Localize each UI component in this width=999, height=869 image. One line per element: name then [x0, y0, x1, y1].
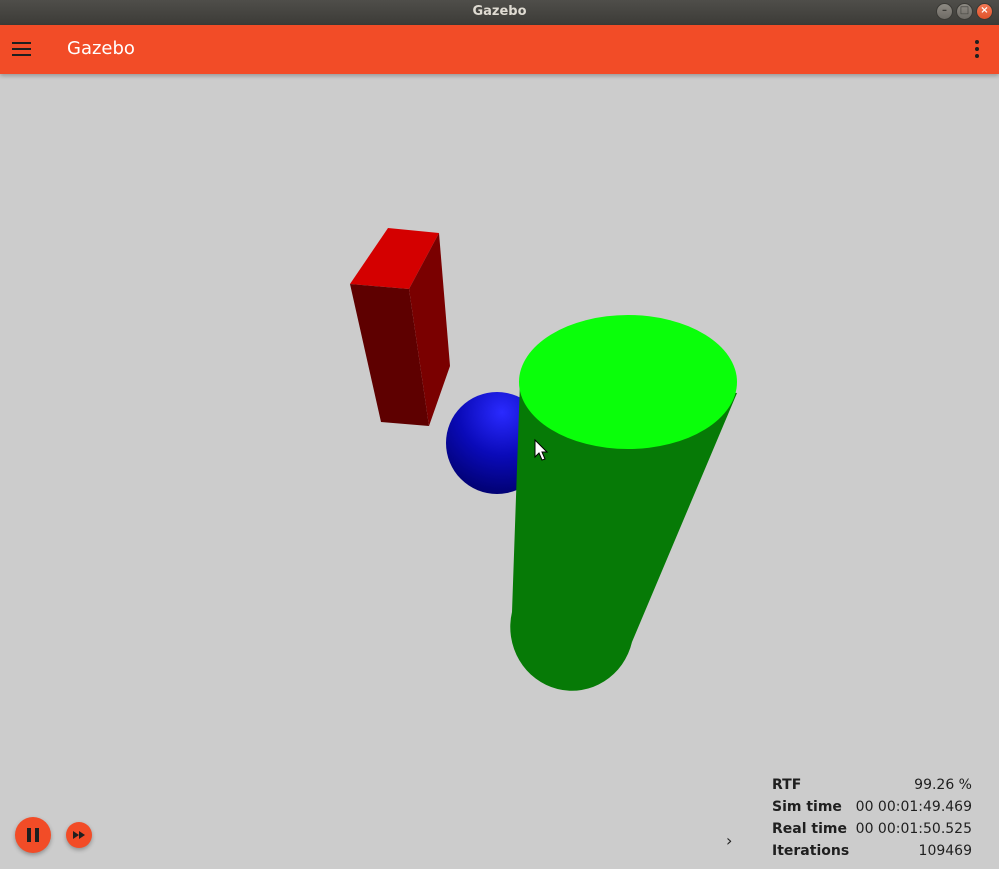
maximize-button[interactable]: □ [956, 3, 973, 20]
close-button[interactable]: × [976, 3, 993, 20]
minimize-icon: – [942, 5, 947, 16]
kebab-menu-icon[interactable] [973, 40, 981, 62]
maximize-icon: □ [959, 5, 970, 16]
window-controls: – □ × [936, 3, 993, 21]
green-cylinder[interactable] [510, 315, 737, 691]
stat-iterations-label: Iterations [772, 843, 850, 859]
scene-3d-viewport[interactable] [0, 74, 999, 869]
fast-forward-button[interactable] [66, 822, 92, 848]
app-toolbar: Gazebo [0, 25, 999, 74]
stat-rtf-value: 99.26 % [914, 777, 972, 793]
scene-canvas [350, 228, 737, 691]
window-titlebar[interactable]: Gazebo – □ × [0, 0, 999, 25]
hamburger-menu-icon[interactable] [12, 39, 34, 59]
stat-sim-time-label: Sim time [772, 799, 842, 815]
close-icon: × [980, 5, 989, 16]
stat-sim-time-value: 00 00:01:49.469 [855, 799, 972, 815]
world-stats-panel: RTF 99.26 % Sim time 00 00:01:49.469 Rea… [772, 774, 972, 862]
stat-iterations: Iterations 109469 [772, 840, 972, 862]
stat-iterations-value: 109469 [918, 843, 972, 859]
chevron-right-icon[interactable]: › [726, 831, 740, 851]
fast-forward-icon [73, 831, 85, 839]
minimize-button[interactable]: – [936, 3, 953, 20]
stat-rtf: RTF 99.26 % [772, 774, 972, 796]
stat-rtf-label: RTF [772, 777, 802, 793]
window-title: Gazebo [472, 4, 527, 19]
green-cylinder-top [519, 315, 737, 449]
stat-real-time-value: 00 00:01:50.525 [855, 821, 972, 837]
pause-button[interactable] [15, 817, 51, 853]
app-title: Gazebo [67, 38, 135, 59]
stat-real-time: Real time 00 00:01:50.525 [772, 818, 972, 840]
stat-sim-time: Sim time 00 00:01:49.469 [772, 796, 972, 818]
gazebo-window: Gazebo – □ × Gazebo › RTF 99.26 % Sim ti… [0, 0, 999, 869]
red-box[interactable] [350, 228, 450, 426]
stat-real-time-label: Real time [772, 821, 847, 837]
